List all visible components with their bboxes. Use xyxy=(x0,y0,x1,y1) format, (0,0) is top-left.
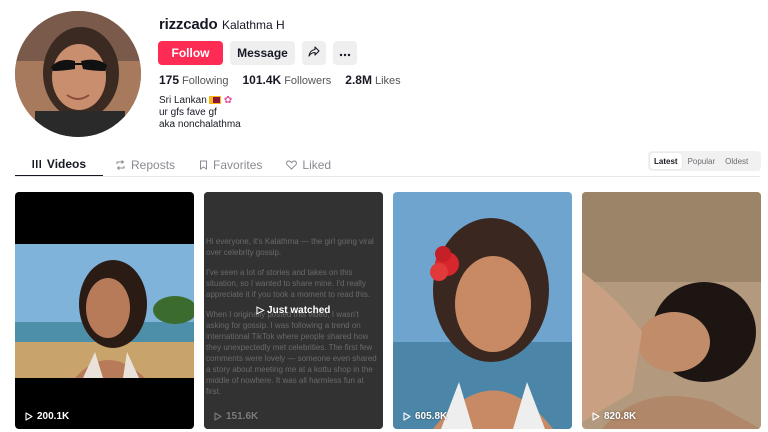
tab-label: Favorites xyxy=(213,157,263,172)
stat-label: Followers xyxy=(284,75,332,87)
video-card[interactable]: 605.8K xyxy=(393,192,572,429)
heart-icon xyxy=(286,159,298,170)
view-count: 605.8K xyxy=(403,411,447,422)
view-count-text: 605.8K xyxy=(415,411,448,422)
sort-popular[interactable]: Popular xyxy=(684,153,720,169)
video-card[interactable]: 200.1K xyxy=(15,192,194,429)
bio-line: ur gfs fave gf xyxy=(159,107,217,118)
avatar[interactable] xyxy=(15,11,141,137)
profile-bio: Sri Lankan ✿ ur gfs fave gf aka nonchalat… xyxy=(159,95,241,131)
following-stat[interactable]: 175 Following xyxy=(159,73,229,87)
bio-line: aka nonchalathma xyxy=(159,119,241,130)
stat-label: Following xyxy=(182,75,229,87)
more-button[interactable] xyxy=(333,41,357,65)
follow-button[interactable]: Follow xyxy=(158,41,223,65)
view-count: 151.6K xyxy=(214,411,258,422)
stat-label: Likes xyxy=(374,75,401,87)
tabs-divider xyxy=(15,176,760,177)
grid-icon xyxy=(32,159,42,169)
play-icon: ▷ xyxy=(256,305,268,316)
sort-toggle: Latest Popular Oldest xyxy=(648,151,761,171)
play-icon xyxy=(214,412,222,421)
stat-number: 175 xyxy=(159,73,180,87)
view-count: 820.8K xyxy=(592,411,636,422)
video-thumbnail xyxy=(582,192,761,429)
tab-reposts[interactable]: Reposts xyxy=(103,152,187,177)
video-thumbnail xyxy=(15,192,194,429)
share-button[interactable] xyxy=(302,41,326,65)
tab-label: Reposts xyxy=(131,157,176,172)
video-card[interactable]: Hi everyone, it's Kalathma — the girl go… xyxy=(204,192,383,429)
stat-number: 101.4K xyxy=(242,73,282,87)
sort-oldest[interactable]: Oldest xyxy=(721,153,752,169)
video-caption-overlay: Hi everyone, it's Kalathma — the girl go… xyxy=(206,236,381,406)
tab-liked[interactable]: Liked xyxy=(274,152,343,177)
profile-username: rizzcado xyxy=(159,16,218,33)
message-button[interactable]: Message xyxy=(230,41,295,65)
tab-favorites[interactable]: Favorites xyxy=(187,152,274,177)
play-icon xyxy=(25,412,33,421)
sri-lanka-flag-icon xyxy=(208,96,221,105)
stat-number: 2.8M xyxy=(345,73,372,87)
more-icon xyxy=(339,46,351,60)
sort-latest[interactable]: Latest xyxy=(650,153,682,169)
play-icon xyxy=(403,412,411,421)
likes-stat: 2.8M Likes xyxy=(345,73,400,87)
tab-label: Videos xyxy=(46,156,87,171)
view-count-text: 200.1K xyxy=(37,411,70,422)
profile-tabs: Videos Reposts Favorites Liked xyxy=(15,152,343,177)
video-thumbnail xyxy=(393,192,572,429)
flower-icon: ✿ xyxy=(223,95,233,106)
profile-stats: 175 Following 101.4K Followers 2.8M Likes xyxy=(159,73,401,87)
play-icon xyxy=(592,412,600,421)
followers-stat[interactable]: 101.4K Followers xyxy=(243,73,332,87)
video-card[interactable]: 820.8K xyxy=(582,192,761,429)
caption-paragraph: Hi everyone, it's Kalathma — the girl go… xyxy=(206,237,374,257)
caption-paragraph: When I originally posted this video, I w… xyxy=(206,310,377,396)
bookmark-icon xyxy=(199,160,208,170)
caption-paragraph: I've seen a lot of stories and takes on … xyxy=(206,268,371,299)
tab-label: Liked xyxy=(302,157,332,172)
view-count-text: 820.8K xyxy=(604,411,637,422)
view-count-text: 151.6K xyxy=(226,411,259,422)
tab-videos[interactable]: Videos xyxy=(15,152,103,177)
view-count: 200.1K xyxy=(25,411,69,422)
just-watched-label: ▷ Just watched xyxy=(256,305,331,316)
share-icon xyxy=(308,45,320,61)
profile-nickname: Kalathma H xyxy=(222,18,285,32)
bio-line: Sri Lankan xyxy=(159,95,207,106)
repost-icon xyxy=(115,159,126,170)
